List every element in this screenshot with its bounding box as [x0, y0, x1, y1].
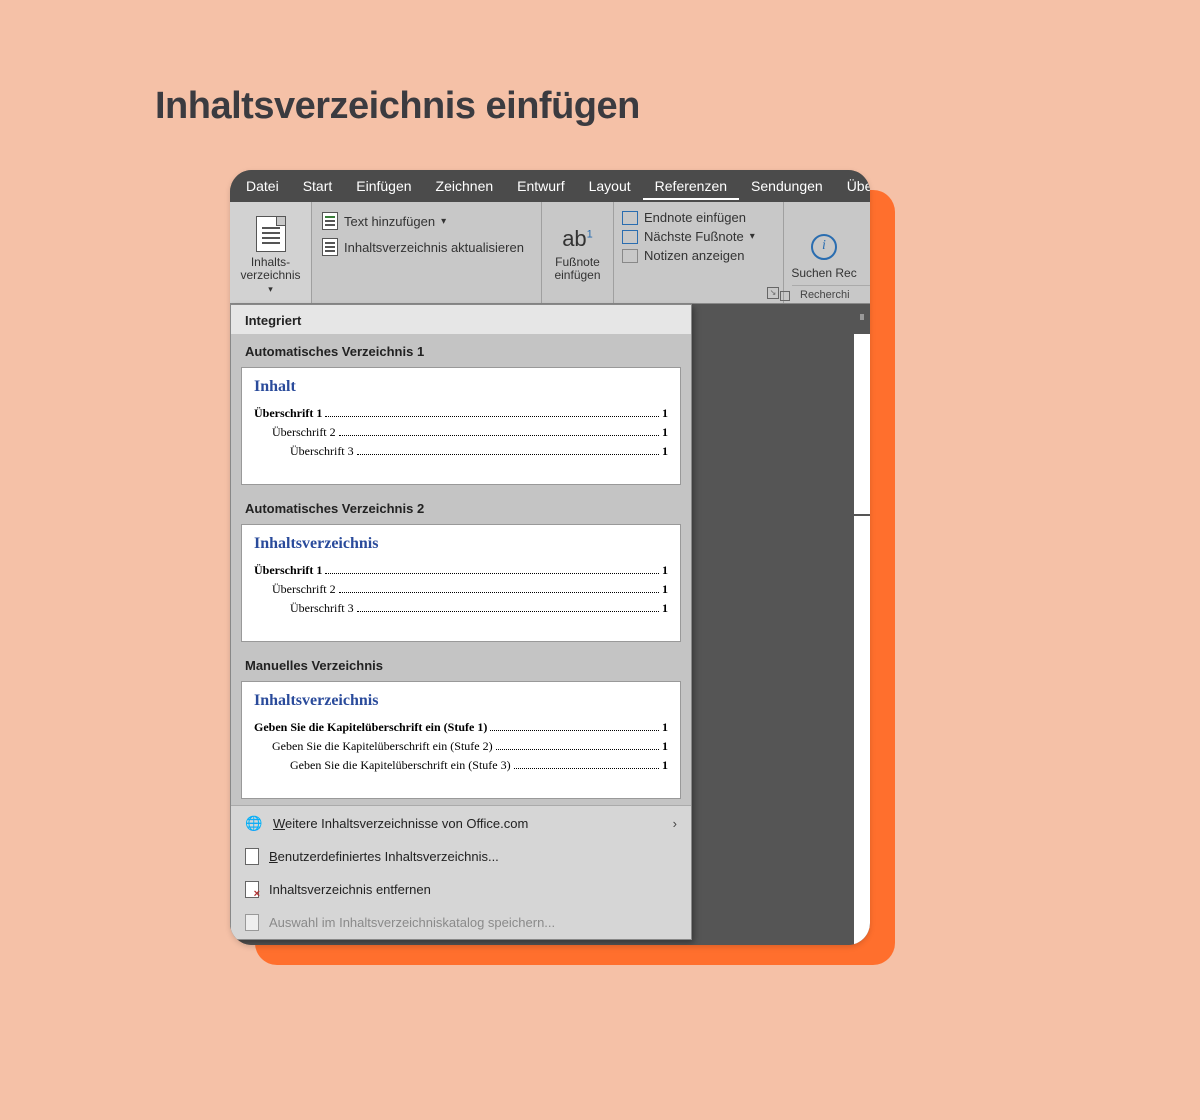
gallery-category-header: Integriert	[231, 305, 691, 334]
show-notes-icon	[622, 249, 638, 263]
tab-layout[interactable]: Layout	[577, 172, 643, 200]
menu-more-from-office[interactable]: 🌐 Weitere Inhaltsverzeichnisse von Offic…	[231, 806, 691, 840]
tab-entwurf[interactable]: Entwurf	[505, 172, 576, 200]
document-remove-icon	[245, 881, 259, 898]
toc-preview-title: Inhaltsverzeichnis	[254, 535, 668, 553]
chevron-down-icon: ▾	[441, 216, 446, 227]
dialog-launcher-icon[interactable]	[780, 291, 790, 301]
document-icon	[245, 848, 259, 865]
word-window: Datei Start Einfügen Zeichnen Entwurf La…	[230, 170, 870, 945]
update-toc-button[interactable]: Inhaltsverzeichnis aktualisieren	[320, 234, 533, 260]
gallery-item-preview-1[interactable]: Inhalt Überschrift 11 Überschrift 21 Übe…	[241, 367, 681, 485]
tab-referenzen[interactable]: Referenzen	[643, 172, 739, 200]
tab-start[interactable]: Start	[291, 172, 345, 200]
search-icon[interactable]	[811, 234, 837, 260]
endnote-icon	[622, 211, 638, 225]
chevron-down-icon: ▾	[750, 231, 755, 242]
update-toc-icon	[322, 238, 338, 256]
menubar: Datei Start Einfügen Zeichnen Entwurf La…	[230, 170, 870, 202]
ruler-marker	[860, 314, 864, 320]
next-footnote-icon	[622, 230, 638, 244]
show-notes-button[interactable]: Notizen anzeigen	[622, 246, 775, 265]
ribbon-group-label-research: Recherchi	[792, 285, 870, 303]
menu-remove-toc[interactable]: Inhaltsverzeichnis entfernen	[231, 873, 691, 906]
ribbon: Inhalts- verzeichnis ▾ Text hinzufügen ▾…	[230, 202, 870, 304]
gallery-item-title-3: Manuelles Verzeichnis	[231, 648, 691, 681]
gallery-item-title-2: Automatisches Verzeichnis 2	[231, 491, 691, 524]
dialog-launcher-icon[interactable]: ↘	[767, 287, 779, 299]
document-save-icon	[245, 914, 259, 931]
tab-einfuegen[interactable]: Einfügen	[344, 172, 423, 200]
page-gap	[854, 514, 870, 516]
toc-icon	[256, 216, 286, 252]
menu-custom-toc[interactable]: Benutzerdefiniertes Inhaltsverzeichnis..…	[231, 840, 691, 873]
menu-save-selection: Auswahl im Inhaltsverzeichniskatalog spe…	[231, 906, 691, 939]
tab-sendungen[interactable]: Sendungen	[739, 172, 835, 200]
insert-footnote-button[interactable]: ab1 Fußnote einfügen	[542, 202, 614, 303]
toc-gallery-dropdown: Integriert Automatisches Verzeichnis 1 I…	[230, 304, 692, 940]
toc-label: Inhalts- verzeichnis ▾	[238, 256, 303, 296]
next-footnote-button[interactable]: Nächste Fußnote ▾	[622, 227, 775, 246]
toc-preview-title: Inhaltsverzeichnis	[254, 692, 668, 710]
gallery-item-preview-3[interactable]: Inhaltsverzeichnis Geben Sie die Kapitel…	[241, 681, 681, 799]
page-title: Inhaltsverzeichnis einfügen	[155, 85, 640, 128]
toc-preview-title: Inhalt	[254, 378, 668, 396]
search-label: Suchen Rec	[791, 266, 856, 280]
tab-ueberpruefen[interactable]: Übe	[835, 172, 870, 200]
gallery-item-title-1: Automatisches Verzeichnis 1	[231, 334, 691, 367]
gallery-bottom-menu: 🌐 Weitere Inhaltsverzeichnisse von Offic…	[231, 805, 691, 939]
tab-zeichnen[interactable]: Zeichnen	[424, 172, 506, 200]
insert-endnote-button[interactable]: Endnote einfügen	[622, 208, 775, 227]
globe-icon: 🌐	[245, 814, 263, 832]
tab-datei[interactable]: Datei	[234, 172, 291, 200]
add-text-button[interactable]: Text hinzufügen ▾	[320, 208, 533, 234]
page-edge	[854, 334, 870, 945]
footnote-icon: ab1	[562, 226, 593, 252]
footnote-label: Fußnote einfügen	[554, 256, 600, 282]
add-text-icon	[322, 212, 338, 230]
toc-dropdown-button[interactable]: Inhalts- verzeichnis ▾	[230, 202, 312, 303]
ribbon-group-footnotes: Endnote einfügen Nächste Fußnote ▾ Notiz…	[614, 202, 784, 303]
ribbon-group-toc-tools: Text hinzufügen ▾ Inhaltsverzeichnis akt…	[312, 202, 542, 303]
chevron-right-icon: ›	[673, 816, 677, 831]
gallery-item-preview-2[interactable]: Inhaltsverzeichnis Überschrift 11 Übersc…	[241, 524, 681, 642]
